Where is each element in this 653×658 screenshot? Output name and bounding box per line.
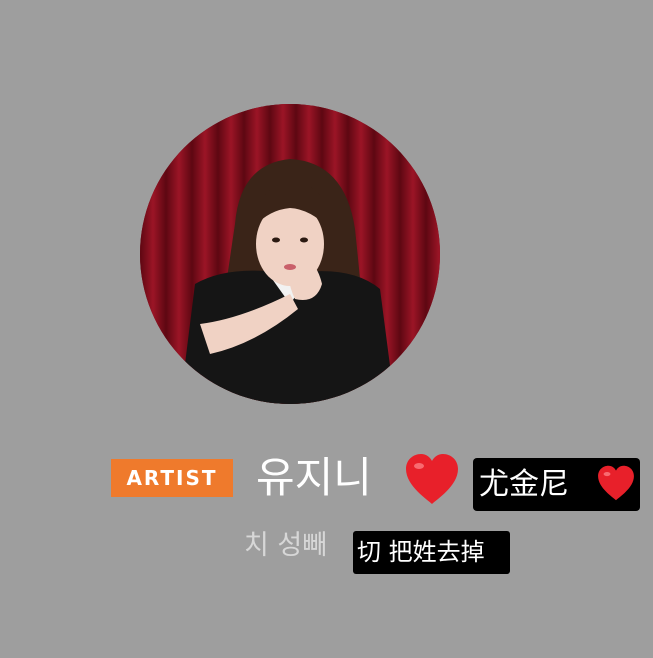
caption-heart-icon (598, 465, 634, 501)
sub-name: 치 성빼 (244, 530, 328, 561)
name-translation-text: 尤金尼 (479, 467, 569, 502)
note-caption: 切 把姓去掉 (353, 531, 510, 574)
note-caption-text: 切 把姓去掉 (357, 538, 485, 566)
avatar-photo (140, 104, 440, 404)
profile-avatar[interactable] (140, 104, 440, 404)
display-name: 유지니 (256, 453, 372, 502)
red-heart-icon (406, 454, 458, 504)
artist-badge-label: ARTIST (126, 466, 218, 490)
artist-badge: ARTIST (111, 459, 233, 497)
